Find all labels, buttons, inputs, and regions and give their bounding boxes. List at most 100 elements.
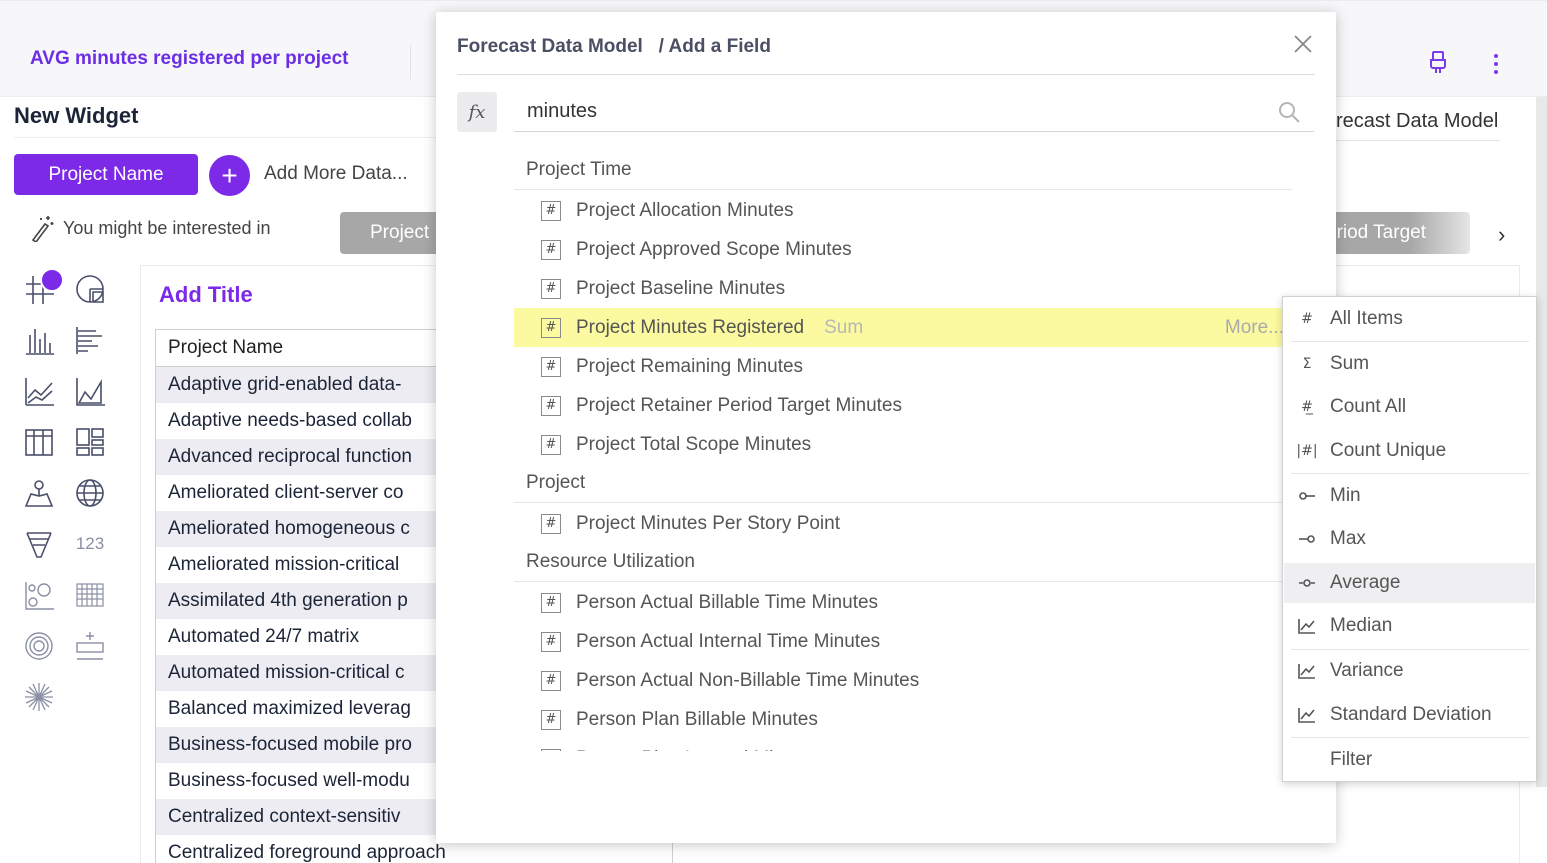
field-name: Person Actual Non-Billable Time Minutes [576, 669, 920, 691]
close-icon[interactable] [1291, 32, 1315, 56]
add-title-link[interactable]: Add Title [159, 282, 253, 308]
more-options-link[interactable]: More... [1225, 317, 1284, 339]
add-field-modal: Forecast Data Model / Add a Field fx Pro… [436, 12, 1336, 843]
heatmap-icon[interactable] [71, 576, 109, 614]
data-model-label[interactable]: recast Data Model [1336, 110, 1498, 133]
field-aggregation: Sum [824, 316, 864, 338]
gauge-icon[interactable] [71, 627, 109, 665]
divider [514, 189, 1292, 190]
page-title: New Widget [14, 103, 139, 128]
paintbrush-icon[interactable] [1424, 47, 1452, 77]
agg-option-all-items[interactable]: # All Items [1284, 299, 1535, 339]
agg-option-label: Count Unique [1330, 440, 1447, 461]
add-more-data-link[interactable]: Add More Data... [264, 163, 408, 185]
agg-option-average[interactable]: Average [1284, 563, 1535, 603]
suggestion-chip[interactable]: Project [340, 212, 440, 254]
field-name: Project Baseline Minutes [576, 277, 786, 299]
number-field-icon: # [541, 395, 561, 416]
more-options-icon[interactable] [1484, 49, 1508, 79]
agg-option-median[interactable]: Median [1284, 606, 1535, 646]
field-item[interactable]: # Project Approved Scope Minutes [514, 230, 1284, 269]
divider [410, 45, 411, 79]
field-name: Person Plan Internal Minutes [576, 748, 820, 752]
field-list: Project Time # Project Allocation Minutes #… [514, 139, 1314, 751]
field-group-header: Project [526, 472, 586, 493]
field-search-input[interactable] [514, 92, 1314, 132]
field-name: Project Minutes Registered [576, 316, 805, 338]
number-field-icon: # [541, 317, 561, 338]
pie-icon[interactable] [71, 270, 109, 308]
agg-option-label: All Items [1330, 308, 1403, 329]
max-icon [1296, 530, 1318, 548]
stddev-icon [1296, 706, 1318, 724]
count-unique-icon: |#| [1296, 443, 1318, 459]
agg-option-sum[interactable]: Σ Sum [1284, 344, 1535, 384]
field-item[interactable]: # Project Minutes Registered Sum More... [514, 308, 1284, 347]
sunburst-icon[interactable] [20, 678, 58, 716]
modal-title: Forecast Data Model / Add a Field [457, 36, 771, 58]
globe-icon[interactable] [71, 474, 109, 512]
funnel-icon[interactable] [20, 525, 58, 563]
divider [1291, 649, 1529, 650]
area-chart-icon[interactable] [71, 372, 109, 410]
field-item[interactable]: # Person Actual Non-Billable Time Minutes [514, 661, 1284, 700]
field-item[interactable]: # Project Total Scope Minutes [514, 425, 1284, 464]
agg-option-label: Filter [1330, 749, 1373, 770]
selected-field-chip[interactable]: Project Name [14, 154, 198, 195]
count-all-icon: #̲ [1301, 399, 1313, 415]
breadcrumb: / Add a Field [658, 36, 771, 57]
pivot-icon[interactable] [20, 423, 58, 461]
field-name: Project Retainer Period Target Minutes [576, 394, 902, 416]
agg-option-standard-deviation[interactable]: Standard Deviation [1284, 695, 1535, 735]
agg-option-variance[interactable]: Variance [1284, 651, 1535, 691]
field-group-header: Project Time [526, 159, 632, 180]
number-field-icon: # [541, 709, 561, 730]
number-field-icon: # [541, 670, 561, 691]
suggestion-chip[interactable]: eriod Target [1320, 212, 1470, 254]
divider [514, 581, 1314, 582]
agg-option-label: Sum [1330, 353, 1370, 374]
widget-title[interactable]: AVG minutes registered per project [30, 48, 349, 70]
notification-badge [40, 268, 64, 292]
formula-button[interactable]: fx [457, 92, 497, 132]
all-items-icon: # [1301, 311, 1313, 327]
min-icon [1296, 487, 1318, 505]
search-icon[interactable] [1277, 100, 1301, 124]
line-chart-icon[interactable] [20, 372, 58, 410]
field-name: Project Approved Scope Minutes [576, 238, 852, 260]
chevron-right-icon[interactable]: › [1498, 222, 1505, 248]
horizontal-bar-icon[interactable] [71, 321, 109, 359]
field-item[interactable]: # Person Plan Billable Minutes [514, 700, 1284, 739]
data-model-name: Forecast Data Model [457, 36, 643, 57]
field-item[interactable]: # Project Retainer Period Target Minutes [514, 386, 1284, 425]
scatter-icon[interactable] [20, 576, 58, 614]
map-icon[interactable] [20, 474, 58, 512]
scrollbar[interactable] [1536, 97, 1547, 787]
dashboard-icon[interactable] [71, 423, 109, 461]
field-name: Project Total Scope Minutes [576, 433, 812, 455]
number-field-icon: # [541, 278, 561, 299]
field-item[interactable]: # Person Actual Billable Time Minutes [514, 583, 1284, 622]
bar-chart-icon[interactable] [20, 321, 58, 359]
number-field-icon: # [541, 513, 561, 534]
agg-option-label: Count All [1330, 396, 1407, 417]
field-item[interactable]: # Person Actual Internal Time Minutes [514, 622, 1284, 661]
field-item[interactable]: # Project Baseline Minutes [514, 269, 1284, 308]
field-name: Person Actual Internal Time Minutes [576, 630, 881, 652]
variance-icon [1296, 662, 1318, 680]
field-item[interactable]: # Project Allocation Minutes [514, 191, 1284, 230]
field-item[interactable]: # Person Plan Internal Minutes [514, 739, 1284, 751]
number-icon[interactable]: 123 [71, 525, 109, 563]
target-icon[interactable] [20, 627, 58, 665]
agg-option-count-all[interactable]: #̲ Count All [1284, 387, 1535, 427]
field-item[interactable]: # Project Minutes Per Story Point [514, 504, 1284, 543]
add-data-button[interactable]: + [209, 155, 250, 196]
agg-option-max[interactable]: Max [1284, 519, 1535, 559]
divider [1291, 473, 1529, 474]
field-item[interactable]: # Project Remaining Minutes [514, 347, 1284, 386]
agg-option-count-unique[interactable]: |#| Count Unique [1284, 431, 1535, 471]
aggregation-menu: # All Items Σ Sum #̲ Count All |#| Count Unique… [1282, 296, 1537, 782]
agg-option-min[interactable]: Min [1284, 476, 1535, 516]
field-name: Person Actual Billable Time Minutes [576, 591, 879, 613]
agg-option-filter[interactable]: Filter [1284, 740, 1535, 780]
